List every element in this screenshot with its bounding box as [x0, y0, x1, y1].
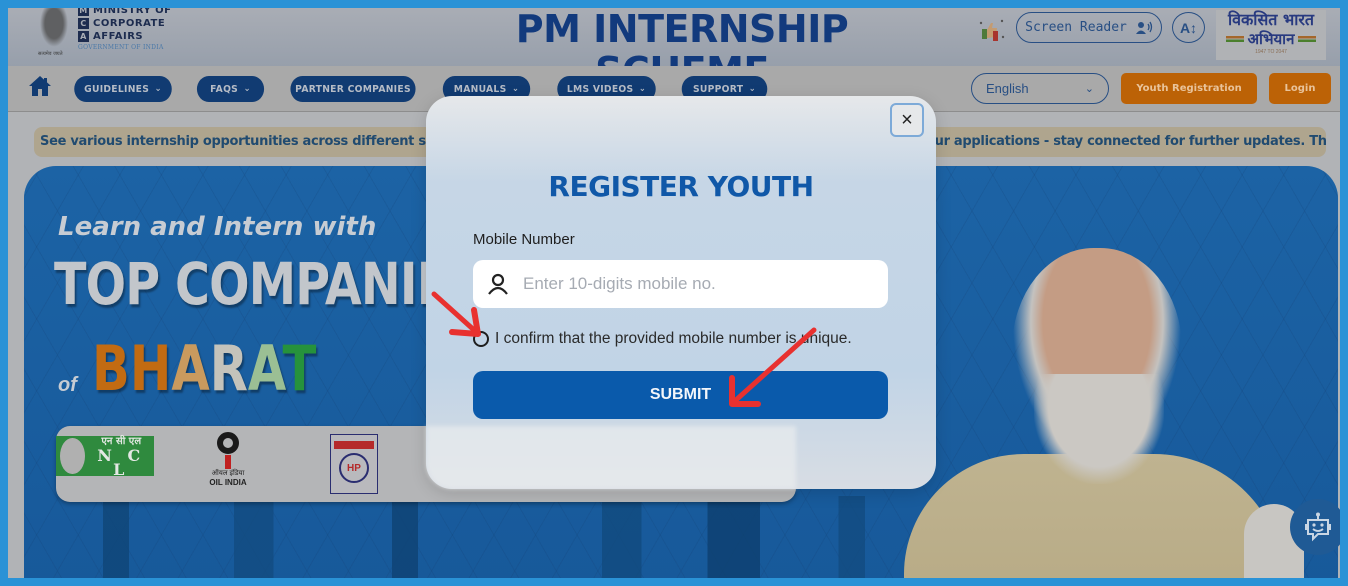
oil-drop-icon [217, 432, 239, 454]
ministry-line-1: MINISTRY OF [93, 8, 172, 16]
chatbot-button[interactable] [1290, 499, 1340, 555]
national-emblem-icon [38, 8, 70, 50]
close-icon[interactable]: × [890, 103, 924, 137]
marquee-text-left: See various internship opportunities acr… [40, 134, 442, 149]
screen-reader-label: Screen Reader [1025, 20, 1127, 35]
ministry-line-2: CORPORATE [93, 18, 166, 29]
confirm-unique-radio[interactable] [473, 331, 489, 347]
hero-of-label: of [58, 374, 77, 396]
viksit-bharat-logo[interactable]: विकसित भारत अभियान 1947 TO 2047 [1216, 10, 1326, 60]
nav-guidelines[interactable]: GUIDELINES ⌄ [74, 76, 172, 102]
prime-minister-photo [904, 224, 1338, 578]
site-title: PM INTERNSHIP SCHEME [515, 8, 849, 92]
chevron-down-icon: ⌄ [1084, 83, 1094, 95]
site-header: सत्यमेव जयते M MINISTRY OF C CORPORATE A AF… [8, 8, 1340, 92]
hero-headline: TOP COMPANIES [54, 250, 483, 318]
mobile-number-field[interactable] [473, 260, 888, 308]
nav-faqs[interactable]: FAQS ⌄ [196, 76, 265, 102]
confirm-unique-row[interactable]: I confirm that the provided mobile numbe… [473, 330, 852, 348]
chevron-down-icon: ⌄ [243, 84, 251, 94]
government-label: GOVERNMENT OF INDIA [78, 44, 164, 51]
marquee-text-right: our applications - stay connected for fu… [926, 134, 1326, 149]
submit-button[interactable]: SUBMIT [473, 371, 888, 419]
hp-logo[interactable]: HP [330, 434, 378, 494]
ncl-logo[interactable]: एन सी एल N C L [56, 436, 154, 478]
hero-bharat: BHARAT [92, 332, 317, 405]
modal-title: REGISTER YOUTH [548, 170, 814, 203]
screen-reader-button[interactable]: Screen Reader [1016, 12, 1162, 43]
mobile-number-input[interactable] [523, 274, 888, 294]
chevron-down-icon: ⌄ [512, 84, 520, 94]
speaker-person-icon [1135, 21, 1153, 34]
register-youth-modal: × REGISTER YOUTH Mobile Number I confirm… [426, 96, 936, 489]
confirm-unique-label[interactable]: I confirm that the provided mobile numbe… [495, 330, 852, 348]
user-icon [488, 273, 508, 295]
home-icon[interactable] [28, 75, 52, 97]
youth-registration-button[interactable]: Youth Registration [1121, 73, 1257, 104]
robot-chat-icon [1305, 512, 1331, 542]
chevron-down-icon: ⌄ [638, 84, 647, 94]
hero-subtitle: Learn and Intern with [58, 212, 377, 242]
language-selected: English [986, 81, 1029, 96]
mca-logo[interactable]: सत्यमेव जयते M MINISTRY OF C CORPORATE A AF… [34, 8, 184, 60]
emblem-caption: सत्यमेव जयते [38, 51, 63, 57]
font-size-button[interactable]: A↕ [1172, 12, 1205, 43]
chevron-down-icon: ⌄ [748, 84, 757, 94]
ministry-line-3: AFFAIRS [93, 31, 144, 42]
feedback-thumbs-icon[interactable] [978, 17, 1006, 43]
ncl-seal-icon [60, 438, 85, 474]
mobile-number-label: Mobile Number [473, 231, 575, 248]
login-button[interactable]: Login [1269, 73, 1331, 104]
nav-partner-companies[interactable]: PARTNER COMPANIES [290, 76, 416, 102]
language-select[interactable]: English ⌄ [971, 73, 1109, 104]
oil-india-logo[interactable]: ऑयल इंडिया OIL INDIA [198, 432, 258, 496]
chevron-down-icon: ⌄ [154, 84, 162, 94]
